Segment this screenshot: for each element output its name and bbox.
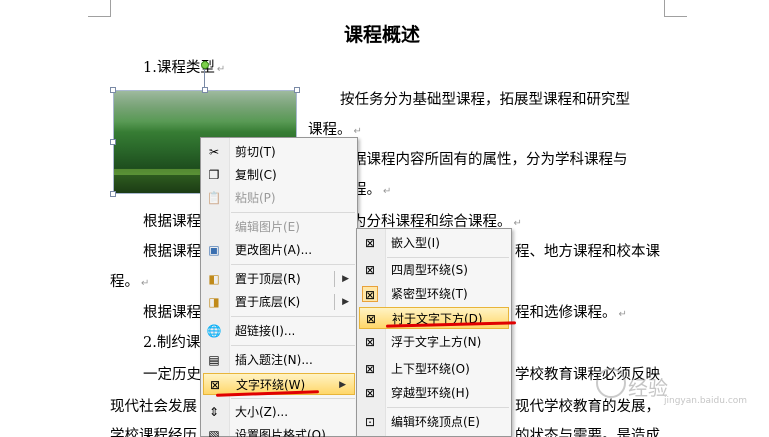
menu-item-paste[interactable]: 📋 粘贴(P)	[201, 187, 357, 209]
menu-item-change-picture[interactable]: ▣ 更改图片(A)...	[201, 239, 357, 261]
text-line[interactable]: 根据课程	[143, 240, 201, 261]
square-wrap-icon: ⊠	[364, 263, 376, 277]
page-corner-mark	[88, 0, 111, 17]
change-picture-icon: ▣	[208, 243, 220, 257]
text-line[interactable]: 2.制约课	[143, 331, 200, 352]
menu-separator	[231, 316, 355, 317]
resize-handle[interactable]	[110, 87, 116, 93]
resize-handle[interactable]	[294, 87, 300, 93]
watermark-text: 经验	[628, 376, 668, 400]
submenu-item-square[interactable]: ⊠ 四周型环绕(S)	[357, 259, 511, 281]
document-page: 课程概述 1.课程类型 ↵ 按任务分为基础型课程，拓展型课程和研究型 课程。 ↵ 据…	[0, 0, 769, 437]
watermark-subtext: jingyan.baidu.com	[664, 396, 748, 406]
text-line[interactable]: 现代社会发展	[110, 395, 197, 416]
in-front-text-icon: ⊠	[364, 335, 376, 349]
menu-item-edit-picture[interactable]: 编辑图片(E)	[201, 216, 357, 238]
text-line[interactable]: 学校课程经历	[110, 424, 197, 437]
copy-icon: ❐	[208, 168, 220, 182]
text-line[interactable]: 课程。 ↵	[308, 118, 362, 139]
send-back-icon: ◨	[208, 295, 220, 309]
submenu-arrow-icon: ▶	[342, 297, 349, 307]
submenu-item-in-front-of-text[interactable]: ⊠ 浮于文字上方(N)	[357, 331, 511, 353]
tight-wrap-icon: ⊠	[362, 286, 378, 302]
menu-item-cut[interactable]: ✂ 剪切(T)	[201, 141, 357, 163]
text-line[interactable]: 根据课程	[143, 210, 201, 231]
text-line[interactable]: 程。 ↵	[110, 270, 149, 291]
rotate-handle[interactable]	[201, 61, 209, 69]
submenu-divider	[334, 294, 335, 310]
menu-separator	[231, 345, 355, 346]
page-corner-mark	[664, 0, 687, 17]
resize-handle[interactable]	[110, 191, 116, 197]
submenu-item-inline[interactable]: ⊠ 嵌入型(I)	[357, 232, 511, 254]
menu-separator	[231, 398, 355, 399]
document-title: 课程概述	[344, 24, 421, 46]
scissors-icon: ✂	[208, 145, 220, 159]
text-line[interactable]: 按任务分为基础型课程，拓展型课程和研究型	[340, 88, 630, 109]
behind-text-icon: ⊠	[365, 312, 377, 326]
inline-wrap-icon: ⊠	[364, 236, 376, 250]
submenu-arrow-icon: ▶	[342, 274, 349, 284]
top-bottom-wrap-icon: ⊠	[364, 362, 376, 376]
menu-item-insert-caption[interactable]: ▤ 插入题注(N)...	[201, 349, 357, 371]
menu-item-bring-to-front[interactable]: ◧ 置于顶层(R) ▶	[201, 268, 357, 290]
submenu-arrow-icon: ▶	[339, 380, 346, 390]
text-wrapping-submenu: ⊠ 嵌入型(I) ⊠ 四周型环绕(S) ⊠ 紧密型环绕(T) ⊠ 衬于文字下方(…	[356, 228, 512, 437]
size-icon: ⇕	[208, 405, 220, 419]
menu-separator	[231, 264, 355, 265]
submenu-item-top-and-bottom[interactable]: ⊠ 上下型环绕(O)	[357, 358, 511, 380]
menu-separator	[387, 257, 509, 258]
menu-item-send-to-back[interactable]: ◨ 置于底层(K) ▶	[201, 291, 357, 313]
edit-wrap-points-icon: ⊡	[364, 415, 376, 429]
text-line[interactable]: 1.课程类型 ↵	[143, 56, 225, 77]
text-line[interactable]: 根据课程	[143, 301, 201, 322]
menu-separator	[387, 407, 509, 408]
text-line[interactable]: 的状态与需要。是造成	[515, 424, 660, 437]
watermark-logo-icon	[596, 368, 626, 398]
through-wrap-icon: ⊠	[364, 386, 376, 400]
menu-item-copy[interactable]: ❐ 复制(C)	[201, 164, 357, 186]
bring-front-icon: ◧	[208, 272, 220, 286]
text-wrap-icon: ⊠	[209, 378, 221, 392]
text-line[interactable]: 一定历史	[143, 363, 201, 384]
text-line[interactable]: 据课程内容所固有的属性，分为学科课程与	[352, 148, 628, 169]
submenu-divider	[334, 271, 335, 287]
menu-item-format-picture[interactable]: ▧ 设置图片格式(O)...	[201, 424, 357, 437]
submenu-item-tight[interactable]: ⊠ 紧密型环绕(T)	[357, 283, 511, 305]
menu-item-size[interactable]: ⇕ 大小(Z)...	[201, 401, 357, 423]
resize-handle[interactable]	[110, 139, 116, 145]
submenu-item-edit-wrap-points[interactable]: ⊡ 编辑环绕顶点(E)	[357, 411, 511, 433]
format-picture-icon: ▧	[208, 428, 220, 437]
hyperlink-icon: 🌐	[206, 324, 222, 338]
submenu-item-through[interactable]: ⊠ 穿越型环绕(H)	[357, 382, 511, 404]
text-line[interactable]: 程、地方课程和校本课	[515, 240, 660, 261]
text-line[interactable]: 程和选修课程。 ↵	[515, 301, 627, 322]
paste-icon: 📋	[206, 191, 222, 205]
menu-separator	[231, 212, 355, 213]
caption-icon: ▤	[208, 353, 220, 367]
resize-handle[interactable]	[202, 87, 208, 93]
menu-item-hyperlink[interactable]: 🌐 超链接(I)...	[201, 320, 357, 342]
